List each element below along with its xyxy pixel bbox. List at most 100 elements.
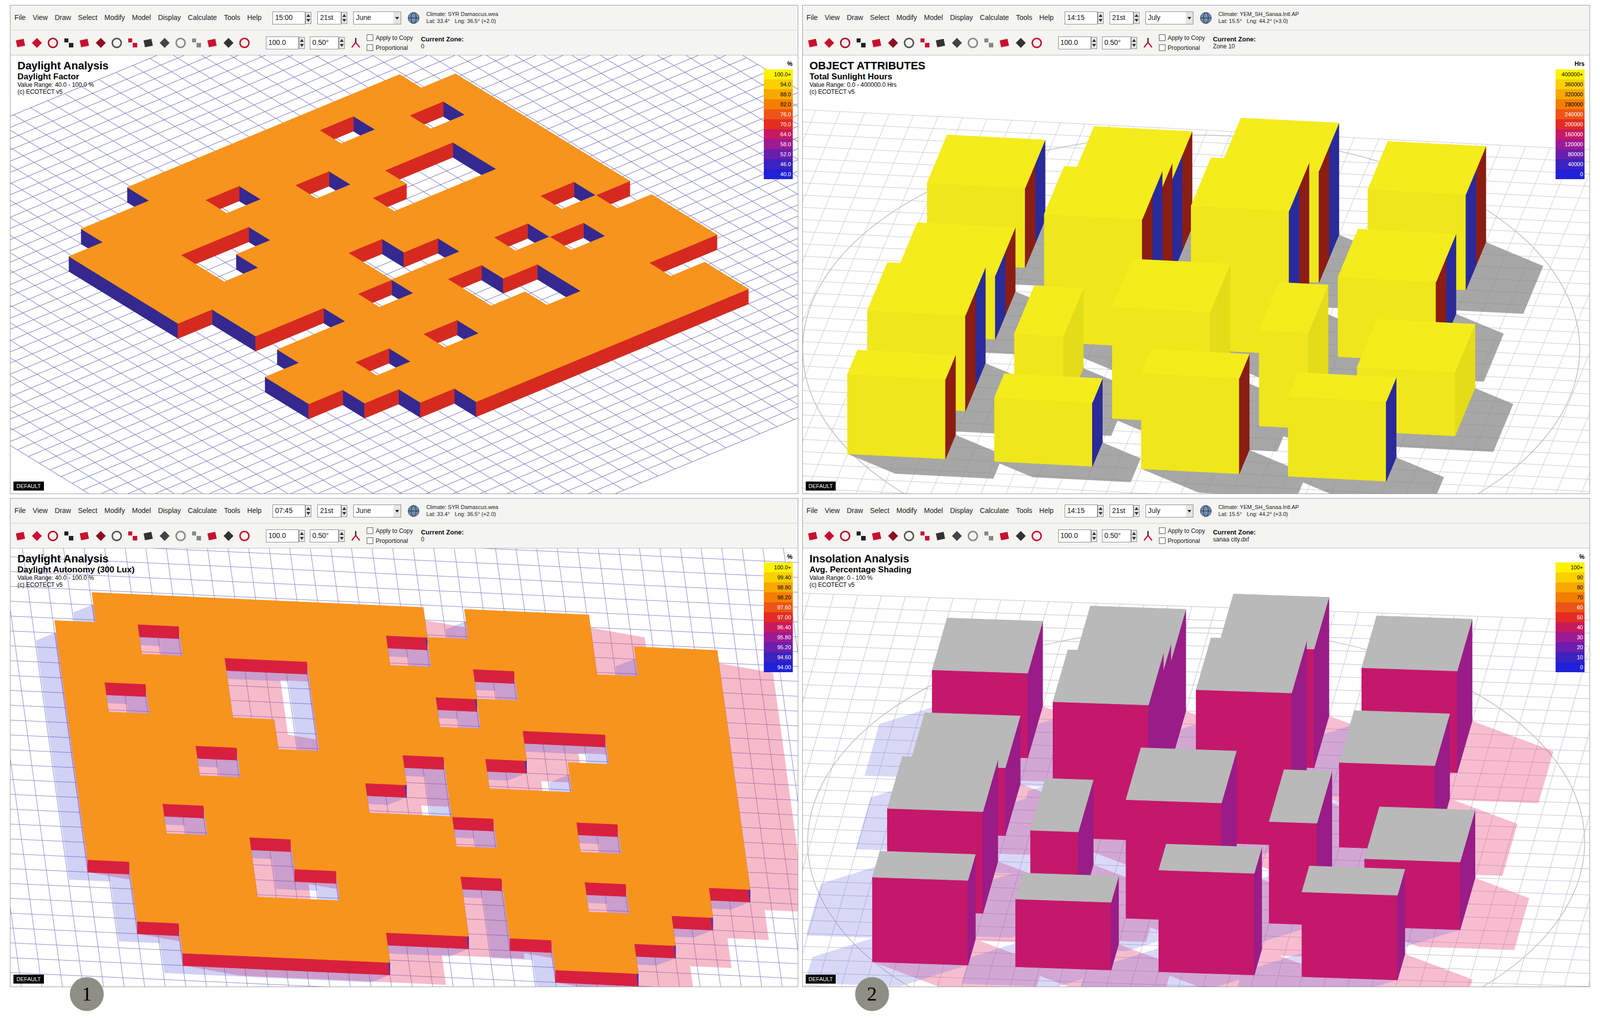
spinner-icon[interactable] (305, 11, 312, 24)
spinner-icon[interactable] (1131, 36, 1138, 49)
menu-item[interactable]: Modify (896, 12, 917, 23)
axis-icon[interactable] (349, 36, 362, 50)
globe-icon[interactable] (1199, 504, 1213, 518)
dropdown-icon[interactable] (1185, 504, 1193, 517)
field-value[interactable]: 21st (317, 11, 342, 25)
option-row[interactable]: Proportional (366, 43, 414, 53)
tool-icon[interactable] (126, 36, 140, 50)
menu-item[interactable]: Model (923, 505, 943, 516)
tool-icon[interactable] (966, 529, 980, 543)
input-field[interactable]: 0.50° (1102, 36, 1138, 50)
tool-icon[interactable] (870, 36, 884, 50)
tool-icon[interactable] (78, 529, 92, 543)
dropdown-icon[interactable] (393, 504, 401, 517)
tool-icon[interactable] (854, 529, 868, 543)
checkbox[interactable] (366, 44, 374, 51)
menu-item[interactable]: File (806, 505, 819, 516)
tool-icon[interactable] (30, 529, 44, 543)
field-value[interactable]: 100.0 (265, 36, 299, 50)
menu-item[interactable]: Display (158, 12, 182, 23)
menu-item[interactable]: View (32, 12, 48, 23)
menu-item[interactable]: Display (949, 505, 973, 516)
model-view[interactable] (802, 55, 1591, 494)
field-value[interactable]: 100.0 (1058, 529, 1092, 543)
menu-item[interactable]: Help (247, 505, 262, 516)
input-field[interactable]: 15:00 (272, 11, 312, 25)
input-field[interactable]: 100.0 (265, 36, 305, 50)
menu-item[interactable]: Modify (896, 505, 917, 516)
dropdown-icon[interactable] (393, 11, 401, 24)
menu-item[interactable]: Draw (846, 12, 864, 23)
input-field[interactable]: 21st (1109, 11, 1140, 25)
option-row[interactable]: Apply to Copy (366, 526, 414, 536)
month-select[interactable]: July (1145, 504, 1194, 518)
menu-item[interactable]: Select (77, 12, 98, 23)
tool-icon[interactable] (46, 36, 60, 50)
view-tab[interactable]: DEFAULT (805, 974, 837, 984)
menu-item[interactable]: Select (77, 505, 98, 516)
tool-icon[interactable] (998, 529, 1012, 543)
option-row[interactable]: Proportional (1158, 43, 1206, 53)
tool-icon[interactable] (934, 36, 948, 50)
tool-icon[interactable] (94, 36, 108, 50)
menu-item[interactable]: Calculate (979, 12, 1009, 23)
viewport[interactable]: OBJECT ATTRIBUTESTotal Sunlight HoursVal… (802, 55, 1591, 494)
spinner-icon[interactable] (1097, 504, 1104, 517)
spinner-icon[interactable] (1133, 504, 1140, 517)
menu-item[interactable]: Display (949, 12, 973, 23)
field-value[interactable]: 0.50° (1102, 36, 1132, 50)
option-row[interactable]: Proportional (366, 536, 414, 546)
menu-item[interactable]: Tools (1015, 505, 1033, 516)
tool-icon[interactable] (806, 529, 820, 543)
axis-icon[interactable] (1142, 529, 1154, 543)
option-row[interactable]: Apply to Copy (1158, 33, 1206, 43)
tool-icon[interactable] (998, 36, 1012, 50)
view-tab[interactable]: DEFAULT (805, 481, 837, 491)
input-field[interactable]: 0.50° (309, 36, 345, 50)
tool-icon[interactable] (1030, 529, 1044, 543)
model-view[interactable] (802, 548, 1591, 987)
tool-icon[interactable] (886, 36, 900, 50)
option-row[interactable]: Proportional (1158, 536, 1206, 546)
tool-icon[interactable] (110, 529, 124, 543)
spinner-icon[interactable] (1091, 36, 1098, 49)
view-tab[interactable]: DEFAULT (13, 481, 44, 491)
menu-item[interactable]: Tools (1015, 12, 1033, 23)
menu-item[interactable]: Calculate (979, 505, 1009, 516)
tool-icon[interactable] (982, 36, 996, 50)
field-value[interactable]: 21st (1109, 11, 1134, 25)
menu-item[interactable]: View (824, 12, 840, 23)
input-field[interactable]: 21st (317, 504, 348, 518)
input-field[interactable]: 21st (317, 11, 348, 25)
tool-icon[interactable] (237, 529, 251, 543)
input-field[interactable]: 14:15 (1064, 504, 1104, 518)
tool-icon[interactable] (1014, 36, 1028, 50)
menu-item[interactable]: Help (1039, 505, 1054, 516)
tool-icon[interactable] (174, 36, 188, 50)
tool-icon[interactable] (62, 529, 76, 543)
tool-icon[interactable] (1030, 36, 1044, 50)
spinner-icon[interactable] (298, 36, 305, 49)
menu-item[interactable]: View (32, 505, 48, 516)
menu-item[interactable]: Select (870, 505, 890, 516)
menu-item[interactable]: Select (870, 12, 890, 23)
spinner-icon[interactable] (341, 504, 348, 517)
checkbox[interactable] (1158, 34, 1166, 41)
month-select[interactable]: June (353, 11, 402, 25)
tool-icon[interactable] (902, 36, 916, 50)
tool-icon[interactable] (158, 529, 172, 543)
input-field[interactable]: 100.0 (1058, 36, 1098, 50)
field-value[interactable]: 07:45 (272, 504, 306, 518)
viewport[interactable]: Daylight AnalysisDaylight Autonomy (300 … (10, 548, 798, 987)
spinner-icon[interactable] (1131, 529, 1138, 542)
checkbox[interactable] (366, 527, 374, 534)
checkbox[interactable] (366, 537, 374, 544)
menu-item[interactable]: Modify (104, 12, 125, 23)
menu-item[interactable]: Draw (846, 505, 864, 516)
checkbox[interactable] (1158, 527, 1166, 534)
checkbox[interactable] (1158, 537, 1166, 544)
input-field[interactable]: 07:45 (272, 504, 312, 518)
input-field[interactable]: 100.0 (1058, 529, 1098, 543)
tool-icon[interactable] (174, 529, 188, 543)
spinner-icon[interactable] (338, 36, 345, 49)
